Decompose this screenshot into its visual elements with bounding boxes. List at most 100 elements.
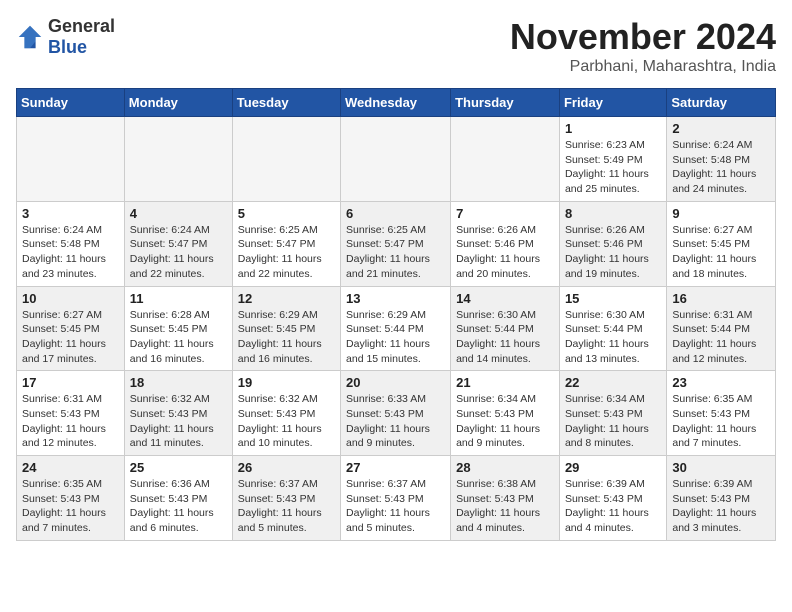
day-number: 15 xyxy=(565,291,661,306)
calendar-cell: 21Sunrise: 6:34 AM Sunset: 5:43 PM Dayli… xyxy=(451,371,560,456)
day-info: Sunrise: 6:29 AM Sunset: 5:44 PM Dayligh… xyxy=(346,308,445,367)
calendar-cell: 17 Sunrise: 6:31 AM Sunset: 5:43 PM Dayli… xyxy=(17,371,125,456)
calendar-cell: 20 Sunrise: 6:33 AM Sunset: 5:43 PM Dayli… xyxy=(341,371,451,456)
day-number: 17 xyxy=(22,375,119,390)
calendar-cell xyxy=(341,117,451,202)
day-number: 7 xyxy=(456,206,554,221)
day-number: 29 xyxy=(565,460,661,475)
day-number: 16 xyxy=(672,291,770,306)
day-number: 10 xyxy=(22,291,119,306)
day-number: 22 xyxy=(565,375,661,390)
calendar-week-1: 3Sunrise: 6:24 AM Sunset: 5:48 PM Daylig… xyxy=(17,201,776,286)
calendar-cell xyxy=(17,117,125,202)
logo: General Blue xyxy=(16,16,115,58)
weekday-header-wednesday: Wednesday xyxy=(341,89,451,117)
calendar-cell: 6Sunrise: 6:25 AM Sunset: 5:47 PM Daylig… xyxy=(341,201,451,286)
day-number: 9 xyxy=(672,206,770,221)
calendar-cell: 25 Sunrise: 6:36 AM Sunset: 5:43 PM Dayli… xyxy=(124,456,232,541)
day-number: 5 xyxy=(238,206,335,221)
calendar-cell: 18 Sunrise: 6:32 AM Sunset: 5:43 PM Dayli… xyxy=(124,371,232,456)
day-number: 8 xyxy=(565,206,661,221)
day-number: 12 xyxy=(238,291,335,306)
logo-blue: Blue xyxy=(48,37,87,57)
day-info: Sunrise: 6:26 AM Sunset: 5:46 PM Dayligh… xyxy=(456,223,554,282)
day-number: 14 xyxy=(456,291,554,306)
weekday-header-sunday: Sunday xyxy=(17,89,125,117)
day-info: Sunrise: 6:32 AM Sunset: 5:43 PM Dayligh… xyxy=(130,392,227,451)
day-info: Sunrise: 6:24 AM Sunset: 5:48 PM Dayligh… xyxy=(22,223,119,282)
calendar-week-0: 1 Sunrise: 6:23 AM Sunset: 5:49 PM Daylig… xyxy=(17,117,776,202)
day-info: Sunrise: 6:24 AM Sunset: 5:47 PM Dayligh… xyxy=(130,223,227,282)
calendar-cell: 5 Sunrise: 6:25 AM Sunset: 5:47 PM Daylig… xyxy=(232,201,340,286)
calendar-cell: 14 Sunrise: 6:30 AM Sunset: 5:44 PM Dayli… xyxy=(451,286,560,371)
day-info: Sunrise: 6:27 AM Sunset: 5:45 PM Dayligh… xyxy=(672,223,770,282)
weekday-header-tuesday: Tuesday xyxy=(232,89,340,117)
calendar-cell: 13 Sunrise: 6:29 AM Sunset: 5:44 PM Dayli… xyxy=(341,286,451,371)
day-info: Sunrise: 6:26 AM Sunset: 5:46 PM Dayligh… xyxy=(565,223,661,282)
calendar-cell: 12 Sunrise: 6:29 AM Sunset: 5:45 PM Dayli… xyxy=(232,286,340,371)
day-number: 25 xyxy=(130,460,227,475)
day-info: Sunrise: 6:28 AM Sunset: 5:45 PM Dayligh… xyxy=(130,308,227,367)
calendar-cell: 10 Sunrise: 6:27 AM Sunset: 5:45 PM Dayli… xyxy=(17,286,125,371)
calendar-cell xyxy=(124,117,232,202)
day-number: 19 xyxy=(238,375,335,390)
day-number: 21 xyxy=(456,375,554,390)
day-info: Sunrise: 6:25 AM Sunset: 5:47 PM Dayligh… xyxy=(238,223,335,282)
calendar-cell xyxy=(232,117,340,202)
calendar-table: SundayMondayTuesdayWednesdayThursdayFrid… xyxy=(16,88,776,541)
calendar-cell xyxy=(451,117,560,202)
weekday-header-friday: Friday xyxy=(559,89,666,117)
day-info: Sunrise: 6:33 AM Sunset: 5:43 PM Dayligh… xyxy=(346,392,445,451)
day-number: 24 xyxy=(22,460,119,475)
calendar-cell: 15Sunrise: 6:30 AM Sunset: 5:44 PM Dayli… xyxy=(559,286,666,371)
day-info: Sunrise: 6:38 AM Sunset: 5:43 PM Dayligh… xyxy=(456,477,554,536)
day-number: 27 xyxy=(346,460,445,475)
day-info: Sunrise: 6:31 AM Sunset: 5:43 PM Dayligh… xyxy=(22,392,119,451)
location-title: Parbhani, Maharashtra, India xyxy=(510,58,776,76)
day-info: Sunrise: 6:27 AM Sunset: 5:45 PM Dayligh… xyxy=(22,308,119,367)
calendar-cell: 27Sunrise: 6:37 AM Sunset: 5:43 PM Dayli… xyxy=(341,456,451,541)
weekday-header-monday: Monday xyxy=(124,89,232,117)
calendar-cell: 19 Sunrise: 6:32 AM Sunset: 5:43 PM Dayli… xyxy=(232,371,340,456)
day-number: 23 xyxy=(672,375,770,390)
calendar-cell: 11 Sunrise: 6:28 AM Sunset: 5:45 PM Dayli… xyxy=(124,286,232,371)
logo-text: General Blue xyxy=(48,16,115,58)
day-number: 20 xyxy=(346,375,445,390)
title-area: November 2024 Parbhani, Maharashtra, Ind… xyxy=(510,16,776,76)
day-info: Sunrise: 6:29 AM Sunset: 5:45 PM Dayligh… xyxy=(238,308,335,367)
calendar-cell: 9 Sunrise: 6:27 AM Sunset: 5:45 PM Daylig… xyxy=(667,201,776,286)
day-info: Sunrise: 6:34 AM Sunset: 5:43 PM Dayligh… xyxy=(565,392,661,451)
day-info: Sunrise: 6:24 AM Sunset: 5:48 PM Dayligh… xyxy=(672,138,770,197)
calendar-cell: 28 Sunrise: 6:38 AM Sunset: 5:43 PM Dayli… xyxy=(451,456,560,541)
day-number: 11 xyxy=(130,291,227,306)
day-number: 1 xyxy=(565,121,661,136)
day-number: 28 xyxy=(456,460,554,475)
calendar-cell: 22 Sunrise: 6:34 AM Sunset: 5:43 PM Dayli… xyxy=(559,371,666,456)
day-info: Sunrise: 6:23 AM Sunset: 5:49 PM Dayligh… xyxy=(565,138,661,197)
header: General Blue November 2024 Parbhani, Mah… xyxy=(16,16,776,76)
day-number: 4 xyxy=(130,206,227,221)
day-info: Sunrise: 6:31 AM Sunset: 5:44 PM Dayligh… xyxy=(672,308,770,367)
calendar-cell: 8 Sunrise: 6:26 AM Sunset: 5:46 PM Daylig… xyxy=(559,201,666,286)
weekday-header-thursday: Thursday xyxy=(451,89,560,117)
calendar-cell: 29 Sunrise: 6:39 AM Sunset: 5:43 PM Dayli… xyxy=(559,456,666,541)
day-info: Sunrise: 6:25 AM Sunset: 5:47 PM Dayligh… xyxy=(346,223,445,282)
day-number: 18 xyxy=(130,375,227,390)
day-info: Sunrise: 6:39 AM Sunset: 5:43 PM Dayligh… xyxy=(672,477,770,536)
day-number: 13 xyxy=(346,291,445,306)
day-info: Sunrise: 6:36 AM Sunset: 5:43 PM Dayligh… xyxy=(130,477,227,536)
calendar-week-4: 24 Sunrise: 6:35 AM Sunset: 5:43 PM Dayli… xyxy=(17,456,776,541)
day-info: Sunrise: 6:30 AM Sunset: 5:44 PM Dayligh… xyxy=(456,308,554,367)
calendar-cell: 1 Sunrise: 6:23 AM Sunset: 5:49 PM Daylig… xyxy=(559,117,666,202)
day-number: 26 xyxy=(238,460,335,475)
calendar-week-3: 17 Sunrise: 6:31 AM Sunset: 5:43 PM Dayli… xyxy=(17,371,776,456)
calendar-cell: 4 Sunrise: 6:24 AM Sunset: 5:47 PM Daylig… xyxy=(124,201,232,286)
day-info: Sunrise: 6:32 AM Sunset: 5:43 PM Dayligh… xyxy=(238,392,335,451)
day-info: Sunrise: 6:35 AM Sunset: 5:43 PM Dayligh… xyxy=(22,477,119,536)
logo-general: General xyxy=(48,16,115,36)
day-info: Sunrise: 6:37 AM Sunset: 5:43 PM Dayligh… xyxy=(238,477,335,536)
month-title: November 2024 xyxy=(510,16,776,58)
logo-icon xyxy=(16,23,44,51)
calendar-cell: 23Sunrise: 6:35 AM Sunset: 5:43 PM Dayli… xyxy=(667,371,776,456)
day-info: Sunrise: 6:39 AM Sunset: 5:43 PM Dayligh… xyxy=(565,477,661,536)
